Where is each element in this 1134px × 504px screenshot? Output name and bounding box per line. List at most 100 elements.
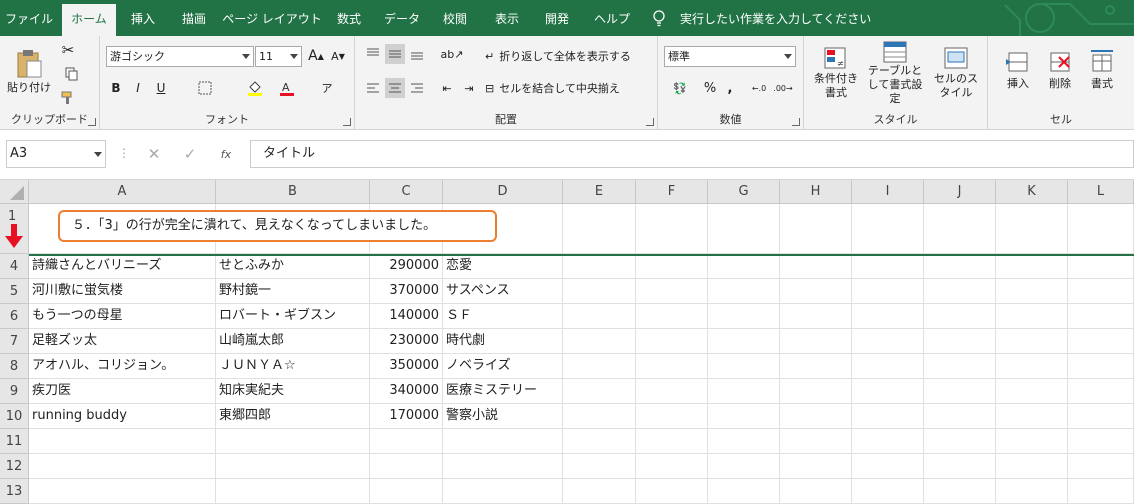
cell-a5[interactable]: 河川敷に蛍気楼 (29, 279, 216, 304)
cell-e11[interactable] (563, 429, 636, 454)
cell-i4[interactable] (852, 254, 924, 279)
align-bottom-button[interactable] (407, 44, 427, 64)
bold-button[interactable]: B (106, 78, 126, 98)
column-header-l[interactable]: L (1068, 180, 1134, 204)
cell-j6[interactable] (924, 304, 996, 329)
wrap-text-button[interactable]: ↵ 折り返して全体を表示する (485, 46, 655, 66)
cell-g6[interactable] (708, 304, 780, 329)
cell-e9[interactable] (563, 379, 636, 404)
cell-j12[interactable] (924, 454, 996, 479)
increase-indent-button[interactable]: ⇥ (459, 78, 479, 98)
cell-h7[interactable] (780, 329, 852, 354)
cell-i12[interactable] (852, 454, 924, 479)
cell-a10[interactable]: running buddy (29, 404, 216, 429)
column-header-k[interactable]: K (996, 180, 1068, 204)
cell-c9[interactable]: 340000 (370, 379, 443, 404)
column-header-i[interactable]: I (852, 180, 924, 204)
cell-k8[interactable] (996, 354, 1068, 379)
cell-f11[interactable] (636, 429, 708, 454)
row-header-4[interactable]: 4 (0, 254, 29, 279)
tab-data[interactable]: データ (376, 0, 428, 36)
number-format-select[interactable]: 標準 (664, 46, 796, 67)
cell-j13[interactable] (924, 479, 996, 504)
cell-c7[interactable]: 230000 (370, 329, 443, 354)
fill-color-button[interactable] (240, 78, 270, 98)
row-header-11[interactable]: 11 (0, 429, 29, 454)
cell-h11[interactable] (780, 429, 852, 454)
align-left-button[interactable] (363, 78, 383, 98)
cell-h10[interactable] (780, 404, 852, 429)
cell-h6[interactable] (780, 304, 852, 329)
cell-b10[interactable]: 東郷四郎 (216, 404, 370, 429)
align-center-button[interactable] (385, 78, 405, 98)
cell-f9[interactable] (636, 379, 708, 404)
cell-k9[interactable] (996, 379, 1068, 404)
cell-k11[interactable] (996, 429, 1068, 454)
cell-c13[interactable] (370, 479, 443, 504)
cell-l8[interactable] (1068, 354, 1134, 379)
cell-a4[interactable]: 詩織さんとバリニーズ (29, 254, 216, 279)
cell-l5[interactable] (1068, 279, 1134, 304)
cell-j7[interactable] (924, 329, 996, 354)
cell-f10[interactable] (636, 404, 708, 429)
format-painter-button[interactable] (58, 88, 78, 108)
cell-h9[interactable] (780, 379, 852, 404)
cell-b12[interactable] (216, 454, 370, 479)
row-header-6[interactable]: 6 (0, 304, 29, 329)
cell-a9[interactable]: 疾刀医 (29, 379, 216, 404)
cell-c6[interactable]: 140000 (370, 304, 443, 329)
cell-h5[interactable] (780, 279, 852, 304)
increase-decimal-button[interactable]: ←.0 (748, 78, 770, 98)
cell-d9[interactable]: 医療ミステリー (443, 379, 563, 404)
tab-draw[interactable]: 描画 (170, 0, 218, 36)
cell-e5[interactable] (563, 279, 636, 304)
cell-k1[interactable] (996, 204, 1068, 254)
align-top-button[interactable] (363, 44, 383, 64)
cell-g12[interactable] (708, 454, 780, 479)
cell-d5[interactable]: サスペンス (443, 279, 563, 304)
cell-h8[interactable] (780, 354, 852, 379)
cell-e10[interactable] (563, 404, 636, 429)
cell-d8[interactable]: ノベライズ (443, 354, 563, 379)
cell-g8[interactable] (708, 354, 780, 379)
cell-d12[interactable] (443, 454, 563, 479)
cell-h1[interactable] (780, 204, 852, 254)
cell-d7[interactable]: 時代劇 (443, 329, 563, 354)
borders-button[interactable] (190, 78, 220, 98)
number-launcher-icon[interactable] (792, 118, 800, 126)
row-header-10[interactable]: 10 (0, 404, 29, 429)
copy-button[interactable] (58, 64, 86, 84)
cell-i13[interactable] (852, 479, 924, 504)
cell-j8[interactable] (924, 354, 996, 379)
cell-k13[interactable] (996, 479, 1068, 504)
cell-b8[interactable]: ＪＵＮＹＡ☆ (216, 354, 370, 379)
alignment-launcher-icon[interactable] (646, 118, 654, 126)
formula-input[interactable]: タイトル (250, 140, 1134, 168)
column-header-g[interactable]: G (708, 180, 780, 204)
tab-view[interactable]: 表示 (484, 0, 530, 36)
cell-j1[interactable] (924, 204, 996, 254)
cell-j5[interactable] (924, 279, 996, 304)
cell-h13[interactable] (780, 479, 852, 504)
tab-formulas[interactable]: 数式 (326, 0, 372, 36)
font-launcher-icon[interactable] (343, 118, 351, 126)
cell-b13[interactable] (216, 479, 370, 504)
column-header-e[interactable]: E (563, 180, 636, 204)
cell-i11[interactable] (852, 429, 924, 454)
select-all-button[interactable] (0, 180, 29, 204)
row-header-12[interactable]: 12 (0, 454, 29, 479)
cell-f6[interactable] (636, 304, 708, 329)
column-header-c[interactable]: C (370, 180, 443, 204)
cell-b9[interactable]: 知床実紀夫 (216, 379, 370, 404)
cell-h4[interactable] (780, 254, 852, 279)
cell-f8[interactable] (636, 354, 708, 379)
cell-d6[interactable]: ＳＦ (443, 304, 563, 329)
cell-l4[interactable] (1068, 254, 1134, 279)
cell-e13[interactable] (563, 479, 636, 504)
tab-help[interactable]: ヘルプ (586, 0, 638, 36)
align-right-button[interactable] (407, 78, 427, 98)
row-header-13[interactable]: 13 (0, 479, 29, 504)
cell-h12[interactable] (780, 454, 852, 479)
column-header-d[interactable]: D (443, 180, 563, 204)
clipboard-launcher-icon[interactable] (88, 118, 96, 126)
